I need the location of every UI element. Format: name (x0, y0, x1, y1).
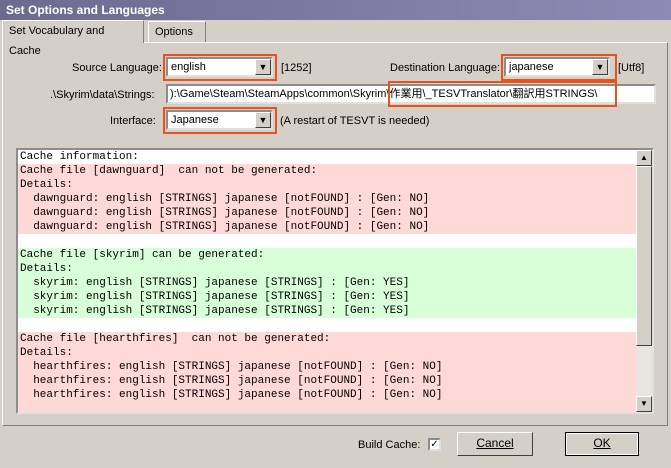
window-title: Set Options and Languages (0, 0, 671, 20)
log-line: dawnguard: english [STRINGS] japanese [n… (18, 220, 638, 234)
log-line (18, 234, 638, 248)
source-codepage: [1252] (281, 62, 312, 74)
destination-language-label: Destination Language: (390, 62, 501, 74)
log-line (18, 318, 638, 332)
destination-language-select[interactable]: japanese ▼ (504, 57, 610, 77)
chevron-down-icon[interactable]: ▼ (592, 59, 608, 75)
scrollbar-thumb[interactable] (636, 166, 652, 346)
log-line: dawnguard: english [STRINGS] japanese [n… (18, 206, 638, 220)
tab-vocabulary-cache[interactable]: Set Vocabulary and Cache (2, 20, 144, 57)
log-line (18, 402, 638, 412)
destination-codepage: [Utf8] (618, 62, 645, 74)
strings-path-input[interactable]: ):\Game\Steam\SteamApps\common\Skyrim\作業… (166, 84, 656, 104)
build-cache-checkbox[interactable]: ✓ (428, 438, 441, 451)
interface-value: Japanese (171, 114, 219, 126)
destination-language-value: japanese (509, 61, 554, 73)
tab-options[interactable]: Options (148, 21, 206, 42)
vertical-scrollbar[interactable]: ▲ ▼ (636, 150, 652, 412)
chevron-down-icon[interactable]: ▼ (255, 59, 271, 75)
source-language-label: Source Language: (72, 62, 162, 74)
ok-button-label: OK (593, 436, 611, 450)
log-line: Details: (18, 262, 638, 276)
interface-select[interactable]: Japanese ▼ (166, 110, 273, 130)
log-lines: Cache information: Cache file [dawnguard]… (18, 150, 638, 412)
source-language-select[interactable]: english ▼ (166, 57, 273, 77)
scroll-up-icon[interactable]: ▲ (636, 150, 652, 166)
cache-info-log[interactable]: Cache information: Cache file [dawnguard]… (16, 148, 654, 414)
log-line: Cache file [dawnguard] can not be genera… (18, 164, 638, 178)
log-line: dawnguard: english [STRINGS] japanese [n… (18, 192, 638, 206)
log-line: hearthfires: english [STRINGS] japanese … (18, 388, 638, 402)
log-line: hearthfires: english [STRINGS] japanese … (18, 374, 638, 388)
log-line: Details: (18, 346, 638, 360)
source-language-value: english (171, 61, 206, 73)
log-line: skyrim: english [STRINGS] japanese [STRI… (18, 276, 638, 290)
ok-button[interactable]: OK (565, 432, 639, 456)
scroll-down-icon[interactable]: ▼ (636, 396, 652, 412)
log-line: Cache information: (18, 150, 638, 164)
chevron-down-icon[interactable]: ▼ (255, 112, 271, 128)
interface-note: (A restart of TESVT is needed) (280, 115, 430, 127)
cancel-button[interactable]: Cancel (457, 432, 533, 456)
log-line: Cache file [hearthfires] can not be gene… (18, 332, 638, 346)
log-line: skyrim: english [STRINGS] japanese [STRI… (18, 290, 638, 304)
cancel-button-label: Cancel (476, 436, 514, 450)
log-line: Cache file [skyrim] can be generated: (18, 248, 638, 262)
strings-path-label: .\Skyrim\data\Strings: (50, 89, 155, 101)
interface-label: Interface: (110, 115, 156, 127)
log-line: Details: (18, 178, 638, 192)
log-line: hearthfires: english [STRINGS] japanese … (18, 360, 638, 374)
build-cache-label: Build Cache: (358, 439, 421, 451)
log-line: skyrim: english [STRINGS] japanese [STRI… (18, 304, 638, 318)
